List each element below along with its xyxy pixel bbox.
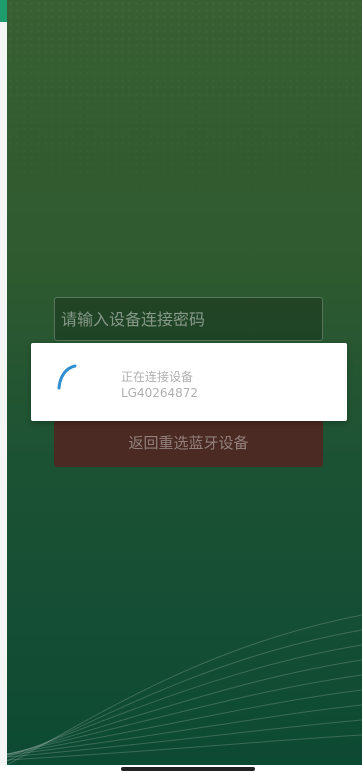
password-input[interactable]: 请输入设备连接密码 (54, 297, 323, 341)
loading-spinner-icon (57, 364, 77, 390)
left-strip (0, 0, 7, 773)
dialog-title: 正在连接设备 (121, 370, 194, 384)
home-indicator[interactable] (121, 767, 255, 771)
accent-tab (0, 0, 7, 22)
bottom-bar (0, 765, 362, 773)
wave-lines-decoration (7, 614, 362, 765)
connecting-dialog: 正在连接设备 LG40264872 (31, 343, 347, 421)
reselect-bluetooth-button[interactable]: 返回重选蓝牙设备 (54, 420, 323, 467)
device-name: LG40264872 (121, 386, 199, 400)
dot-pattern (7, 0, 362, 240)
